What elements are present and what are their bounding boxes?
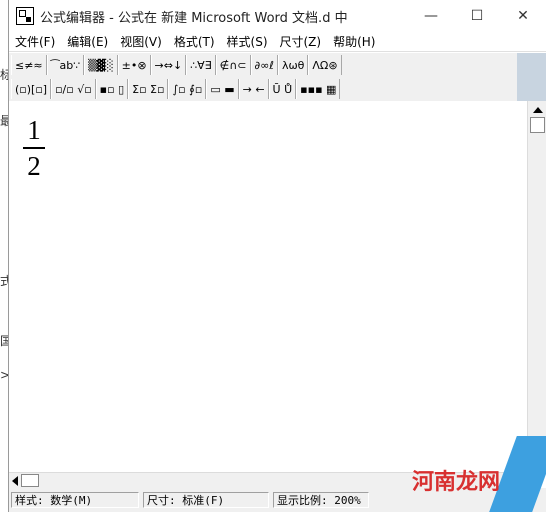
scroll-up-arrow-icon[interactable]: [533, 107, 543, 113]
minimize-button[interactable]: —: [408, 0, 454, 32]
toolbar-row-templates: (▫)[▫] ▫/▫ √▫ ▪▫ ▯ Σ▫ Σ▫ ∫▫ ∮▫ ▭ ▬ → ← Ū…: [9, 77, 517, 101]
embellishments-button[interactable]: ▒▓░: [84, 55, 118, 75]
arrow-symbols-button[interactable]: →⇔↓: [150, 55, 187, 75]
watermark-text: 河南龙网: [412, 470, 501, 495]
logical-symbols-button[interactable]: ∴∀∃: [186, 55, 216, 75]
vertical-scroll-thumb[interactable]: [530, 117, 545, 133]
menu-format[interactable]: 格式(T): [168, 33, 221, 50]
relational-symbols-button[interactable]: ≤≠≈: [11, 55, 47, 75]
equation-editor-app-icon[interactable]: [16, 7, 34, 25]
equation-editor-window: 公式编辑器 - 公式在 新建 Microsoft Word 文档.d 中 — ☐…: [8, 0, 546, 512]
menu-file[interactable]: 文件(F): [9, 33, 61, 50]
title-bar[interactable]: 公式编辑器 - 公式在 新建 Microsoft Word 文档.d 中 — ☐…: [9, 0, 546, 32]
spaces-ellipses-button[interactable]: ⁀ab∵: [46, 55, 85, 75]
misc-symbols-button[interactable]: ∂∞ℓ: [250, 55, 278, 75]
operator-symbols-button[interactable]: ±•⊗: [117, 55, 151, 75]
status-zoom: 显示比例: 200%: [273, 492, 369, 508]
toolbar-empty-area: [517, 53, 546, 101]
scroll-left-arrow-icon[interactable]: [12, 476, 18, 486]
fraction-denominator[interactable]: 2: [23, 151, 45, 181]
menu-bar: 文件(F) 编辑(E) 视图(V) 格式(T) 样式(S) 尺寸(Z) 帮助(H…: [9, 32, 546, 52]
close-button[interactable]: ✕: [500, 0, 546, 32]
fraction-radical-templates-button[interactable]: ▫/▫ √▫: [51, 79, 96, 99]
maximize-button[interactable]: ☐: [454, 0, 500, 32]
fence-templates-button[interactable]: (▫)[▫]: [11, 79, 52, 99]
underbar-overbar-templates-button[interactable]: ▭ ▬: [206, 79, 239, 99]
fraction-numerator[interactable]: 1: [23, 115, 45, 145]
window-controls: — ☐ ✕: [408, 0, 546, 32]
summation-templates-button[interactable]: Σ▫ Σ▫: [128, 79, 169, 99]
matrix-templates-button[interactable]: ▪▪▪ ▦: [296, 79, 341, 99]
toolbar-row-symbols: ≤≠≈ ⁀ab∵ ▒▓░ ±•⊗ →⇔↓ ∴∀∃ ∉∩⊂ ∂∞ℓ λωθ ΛΩ⊛: [9, 53, 517, 77]
integral-templates-button[interactable]: ∫▫ ∮▫: [168, 79, 207, 99]
fraction-bar: [23, 147, 45, 149]
labeled-arrow-templates-button[interactable]: → ←: [238, 79, 269, 99]
menu-edit[interactable]: 编辑(E): [61, 33, 114, 50]
subscript-superscript-templates-button[interactable]: ▪▫ ▯: [95, 79, 129, 99]
menu-size[interactable]: 尺寸(Z): [274, 33, 328, 50]
horizontal-scroll-thumb[interactable]: [21, 474, 39, 487]
menu-style[interactable]: 样式(S): [221, 33, 274, 50]
greek-lowercase-button[interactable]: λωθ: [277, 55, 309, 75]
equation-canvas[interactable]: 1 2: [9, 101, 527, 472]
menu-help[interactable]: 帮助(H): [327, 33, 381, 50]
status-size: 尺寸: 标准(F): [143, 492, 269, 508]
greek-uppercase-button[interactable]: ΛΩ⊛: [308, 55, 342, 75]
symbol-toolbar: ≤≠≈ ⁀ab∵ ▒▓░ ±•⊗ →⇔↓ ∴∀∃ ∉∩⊂ ∂∞ℓ λωθ ΛΩ⊛…: [9, 53, 517, 101]
status-style: 样式: 数学(M): [11, 492, 139, 508]
fraction-equation[interactable]: 1 2: [23, 115, 45, 181]
window-title: 公式编辑器 - 公式在 新建 Microsoft Word 文档.d 中: [40, 10, 348, 26]
menu-view[interactable]: 视图(V): [114, 33, 168, 50]
set-theory-symbols-button[interactable]: ∉∩⊂: [215, 55, 251, 75]
product-templates-button[interactable]: Ū Ů: [268, 79, 297, 99]
vertical-scrollbar[interactable]: [527, 101, 546, 472]
